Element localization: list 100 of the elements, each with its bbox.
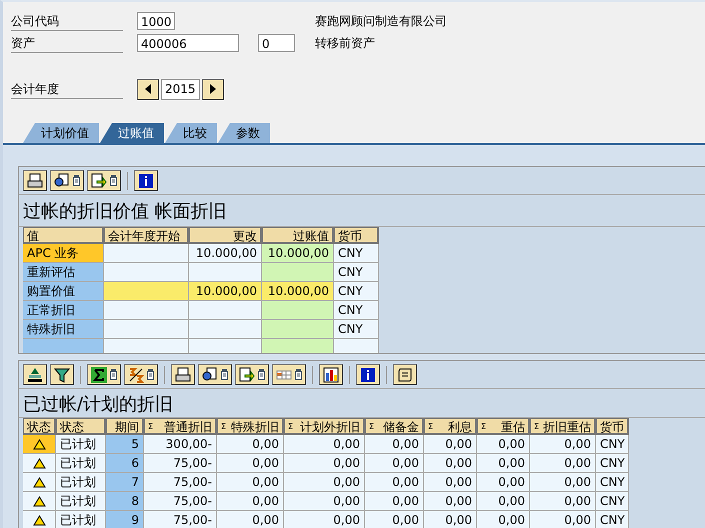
column-header[interactable]: Σ 利息 xyxy=(424,418,477,435)
column-header[interactable]: 货币 xyxy=(334,227,379,244)
column-header[interactable]: Σ 储备金 xyxy=(365,418,424,435)
table-cell: CNY xyxy=(596,435,629,454)
table-cell: 75,00- xyxy=(144,511,217,528)
export-button[interactable] xyxy=(87,170,121,191)
column-header[interactable]: Σ 特殊折旧 xyxy=(217,418,284,435)
sum-button[interactable] xyxy=(87,364,121,385)
table-cell: 已计划 xyxy=(56,454,106,473)
print-icon xyxy=(175,366,191,382)
column-header[interactable]: 过账值 xyxy=(262,227,334,244)
table-cell: 0,00 xyxy=(424,435,477,454)
column-label: 重估 xyxy=(501,419,525,433)
table-cell: 0,00 xyxy=(530,435,596,454)
print-button[interactable] xyxy=(23,170,47,191)
table-cell xyxy=(262,301,334,320)
column-header[interactable]: 状态 xyxy=(56,418,106,435)
chart-button[interactable] xyxy=(319,364,343,385)
sort-button[interactable] xyxy=(23,364,47,385)
details-button[interactable] xyxy=(50,170,84,191)
tab[interactable]: 参数 xyxy=(218,123,270,143)
table-cell[interactable]: 特殊折旧 xyxy=(23,320,104,339)
table-cell[interactable]: 重新评估 xyxy=(23,263,104,282)
table-cell: 0,00 xyxy=(217,454,284,473)
table-cell: 0,00 xyxy=(284,435,365,454)
info-button[interactable] xyxy=(134,170,158,191)
layout-button[interactable] xyxy=(272,364,306,385)
table-cell: 0,00 xyxy=(477,473,530,492)
sort-icon xyxy=(27,366,43,382)
dropdown-icon xyxy=(110,369,117,380)
table-cell: CNY xyxy=(334,320,379,339)
export-icon xyxy=(239,366,255,382)
table-cell[interactable]: 购置价值 xyxy=(23,282,104,301)
table-cell: 0,00 xyxy=(530,473,596,492)
table-cell[interactable]: 正常折旧 xyxy=(23,301,104,320)
filter-button[interactable] xyxy=(50,364,74,385)
subtotal-button[interactable] xyxy=(124,364,158,385)
table-cell: CNY xyxy=(334,263,379,282)
table-cell: 0,00 xyxy=(284,492,365,511)
table-cell: CNY xyxy=(596,492,629,511)
table-cell: CNY xyxy=(334,244,379,263)
column-header[interactable]: 值 xyxy=(23,227,104,244)
table-cell: CNY xyxy=(334,282,379,301)
table-cell: 0,00 xyxy=(365,492,424,511)
table-cell: 0,00 xyxy=(284,511,365,528)
details-icon xyxy=(202,366,218,382)
table-cell: 0,00 xyxy=(217,435,284,454)
info-button[interactable] xyxy=(356,364,380,385)
previous-button[interactable] xyxy=(137,78,159,100)
column-header[interactable]: Σ 重估 xyxy=(477,418,530,435)
sum-mark: Σ xyxy=(288,421,294,433)
tab[interactable]: 比较 xyxy=(165,123,217,143)
table-cell: 已计划 xyxy=(56,511,106,528)
column-header[interactable]: 状态 xyxy=(23,418,56,435)
column-header[interactable]: 货币 xyxy=(596,418,629,435)
table-cell xyxy=(334,339,379,353)
input-field[interactable]: 400006 xyxy=(137,34,239,52)
print-button[interactable] xyxy=(171,364,195,385)
table-cell: 0,00 xyxy=(365,511,424,528)
export-button[interactable] xyxy=(235,364,269,385)
tab[interactable]: 过账值 xyxy=(100,123,164,143)
field-label: 资产 xyxy=(11,34,123,52)
status-cell[interactable] xyxy=(23,435,56,454)
table-cell xyxy=(262,339,334,353)
column-header[interactable]: Σ 普通折旧 xyxy=(144,418,217,435)
table-cell: 0,00 xyxy=(365,473,424,492)
column-header[interactable]: Σ 折旧重估 xyxy=(530,418,596,435)
table-cell: 6 xyxy=(106,454,144,473)
tab[interactable]: 计划价值 xyxy=(23,123,99,143)
description-text: 转移前资产 xyxy=(315,34,375,52)
status-cell[interactable] xyxy=(23,454,56,473)
info-icon xyxy=(138,172,154,188)
column-header[interactable]: 期间 xyxy=(106,418,144,435)
input-field[interactable]: 1000 xyxy=(137,12,175,30)
table-cell: 0,00 xyxy=(217,473,284,492)
filter-icon xyxy=(54,366,70,382)
column-header[interactable]: 更改 xyxy=(189,227,262,244)
sum-icon xyxy=(91,366,107,382)
input-field[interactable]: 0 xyxy=(258,34,295,52)
column-label: 货币 xyxy=(600,419,624,433)
chart-icon xyxy=(323,366,339,382)
next-button[interactable] xyxy=(202,78,224,100)
status-cell[interactable] xyxy=(23,492,56,511)
print-icon xyxy=(27,172,43,188)
column-label: 折旧重估 xyxy=(543,419,591,433)
description-text: 赛跑网顾问制造有限公司 xyxy=(315,12,447,30)
table-cell xyxy=(262,320,334,339)
sum-mark: Σ xyxy=(481,421,486,433)
column-label: 特殊折旧 xyxy=(231,419,279,433)
dropdown-icon xyxy=(147,369,154,380)
column-header[interactable]: Σ 计划外折旧 xyxy=(284,418,365,435)
table-cell[interactable]: APC 业务 xyxy=(23,244,104,263)
status-cell[interactable] xyxy=(23,473,56,492)
scroll-button[interactable] xyxy=(393,364,417,385)
details-button[interactable] xyxy=(198,364,232,385)
year-field[interactable]: 2015 xyxy=(161,78,200,100)
status-cell[interactable] xyxy=(23,511,56,528)
column-header[interactable]: 会计年度开始 xyxy=(104,227,189,244)
table-cell: 0,00 xyxy=(424,473,477,492)
table-cell: 0,00 xyxy=(217,511,284,528)
